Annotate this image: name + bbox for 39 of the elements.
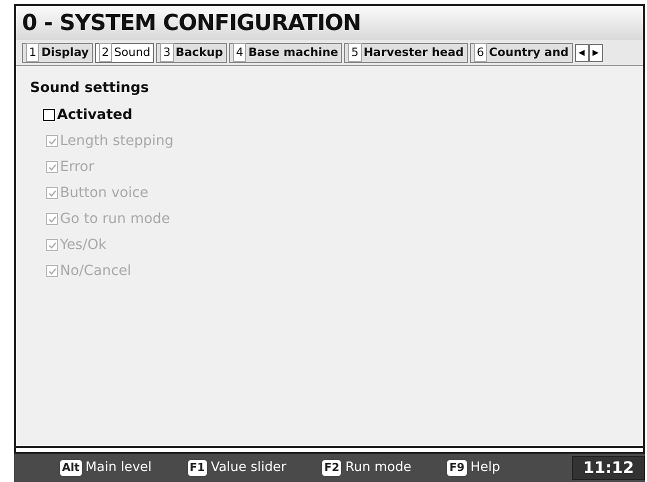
tab-number: 5 xyxy=(348,42,362,62)
checkbox-label: Yes/Ok xyxy=(60,236,106,254)
clock: 11:12 xyxy=(572,456,645,480)
key-badge: F1 xyxy=(188,460,207,476)
shortcut-label: Run mode xyxy=(345,459,412,478)
key-badge: Alt xyxy=(60,460,82,476)
tab[interactable]: 4 Base machine xyxy=(229,42,342,62)
check-icon xyxy=(48,240,56,250)
tab-number: 4 xyxy=(233,42,246,62)
key-badge: F9 xyxy=(447,460,467,476)
tab[interactable]: 3 Backup xyxy=(156,42,228,62)
check-icon xyxy=(48,162,56,172)
tab[interactable]: 6 Country and xyxy=(470,42,573,62)
tab[interactable]: 2 Sound xyxy=(94,42,154,62)
check-icon xyxy=(48,214,56,224)
checkbox-label: Go to run mode xyxy=(60,210,170,228)
check-icon xyxy=(48,266,56,276)
checkbox-label: Button voice xyxy=(60,184,148,202)
tab[interactable]: 5 Harvester head xyxy=(344,42,468,62)
check-icon xyxy=(48,188,56,198)
checkbox-label: Activated xyxy=(57,106,132,124)
tab-number: 2 xyxy=(98,42,112,62)
scroll-right-button[interactable]: ▶ xyxy=(588,44,603,62)
checkbox-label: Length stepping xyxy=(60,132,174,150)
tab-number: 6 xyxy=(474,42,488,62)
tab-number: 3 xyxy=(160,42,174,62)
check-icon xyxy=(48,136,56,146)
shortcut-label: Value slider xyxy=(210,459,286,478)
checkbox[interactable] xyxy=(43,109,55,121)
tab-number: 1 xyxy=(26,42,40,62)
checkbox-label: No/Cancel xyxy=(60,262,132,280)
shortcut-label: Main level xyxy=(86,459,152,478)
scroll-left-button[interactable]: ◀ xyxy=(574,44,589,62)
tab[interactable]: 1 Display xyxy=(22,42,93,62)
window-title: 0 - SYSTEM CONFIGURATION xyxy=(22,10,361,38)
key-badge: F2 xyxy=(322,460,342,476)
checkbox-label: Error xyxy=(60,158,94,176)
shortcut-label: Help xyxy=(470,459,500,478)
section-title: Sound settings xyxy=(29,79,150,98)
